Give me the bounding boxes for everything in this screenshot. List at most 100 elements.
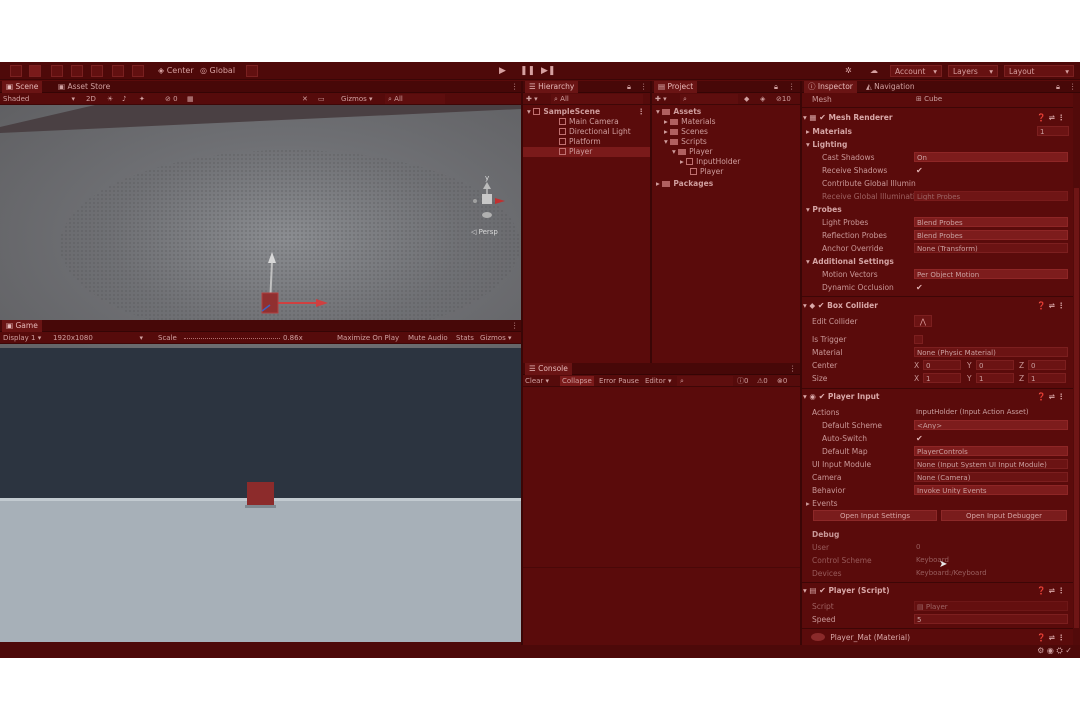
editor-dropdown[interactable]: Editor ▾ [645,376,671,386]
panel-menu-icon[interactable]: ⋮ [636,81,652,93]
layers-dropdown[interactable]: Layers ▾ [948,65,998,77]
component-enabled-checkbox[interactable]: ✔ [818,300,825,312]
tab-navigation[interactable]: ◭ Navigation [862,81,919,93]
ui-input-module-value[interactable]: None (Input System UI Input Module) [914,459,1068,469]
hierarchy-item[interactable]: Main Camera [527,117,647,127]
collapse-toggle[interactable]: Collapse [560,376,594,386]
resolution-dropdown[interactable]: 1920x1080 ▾ [53,333,143,343]
anchor-override-value[interactable]: None (Transform) [914,243,1068,253]
project-folder[interactable]: ▾ Scripts [664,137,707,147]
size-x-field[interactable]: X 1 [914,373,961,384]
transform-tool-icon[interactable] [112,65,124,77]
game-gizmos-dropdown[interactable]: Gizmos ▾ [480,333,512,343]
project-folder[interactable]: ▸ Packages [656,179,713,189]
rotate-tool-icon[interactable] [51,65,63,77]
tab-scene[interactable]: ▣ Scene [2,81,43,93]
component-menu-icon[interactable]: ❓ ⇌ ⋮ [1037,585,1065,597]
center-z-value[interactable]: 0 [1028,360,1066,370]
component-menu-icon[interactable]: ❓ ⇌ ⋮ [1037,391,1065,403]
hierarchy-item[interactable]: Platform [527,137,647,147]
project-folder[interactable]: ▸ Scenes [664,127,708,137]
scale-tool-icon[interactable] [71,65,83,77]
center-x-value[interactable]: 0 [923,360,961,370]
search-icon[interactable]: ✲ [845,65,852,77]
project-asset[interactable]: Player [690,167,723,177]
clear-button[interactable]: Clear ▾ [525,376,549,386]
materials-foldout[interactable]: ▸ Materials [806,126,852,137]
inspector-scrollbar[interactable] [1073,93,1080,658]
tab-project[interactable]: ▤ Project [654,81,698,93]
scrollbar-thumb[interactable] [1074,188,1079,628]
item-menu-icon[interactable]: ⋮ [638,107,646,117]
panel-menu-icon[interactable]: ⋮ [784,81,800,93]
component-menu-icon[interactable]: ❓ ⇌ ⋮ [1037,300,1065,312]
speed-value[interactable]: 5 [914,614,1068,624]
mute-audio-toggle[interactable]: Mute Audio [408,333,448,343]
hidden-objects-icon[interactable]: ⊘ 0 [165,94,178,104]
component-menu-icon[interactable]: ❓ ⇌ ⋮ [1037,112,1065,124]
receive-gi-dropdown[interactable]: Light Probes [914,191,1068,201]
warn-count-toggle[interactable]: ⚠0 [757,376,768,386]
default-map-dropdown[interactable]: PlayerControls [914,446,1068,456]
filter-type-icon[interactable]: ◆ [744,94,749,104]
tab-inspector[interactable]: ⓘ Inspector [804,81,857,93]
pause-button[interactable]: ❚❚ [520,65,535,77]
hidden-packages-icon[interactable]: ⊘10 [776,94,791,104]
step-button[interactable]: ▶❚ [541,65,555,77]
audio-toggle-icon[interactable]: ♪ [122,94,126,104]
cloud-icon[interactable]: ☁ [870,65,878,77]
tab-console[interactable]: ☰ Console [525,363,572,375]
size-x-value[interactable]: 1 [923,373,961,383]
lock-icon[interactable]: 🔒︎ [1052,81,1064,93]
behavior-dropdown[interactable]: Invoke Unity Events [914,485,1068,495]
hierarchy-item-selected[interactable]: Player [523,147,650,157]
lighting-foldout[interactable]: ▾ Lighting [806,139,847,150]
center-y-value[interactable]: 0 [976,360,1014,370]
receive-shadows-checkbox[interactable]: ✔ [916,165,923,176]
console-search-input[interactable]: ⌕ [677,376,733,386]
log-count-toggle[interactable]: ⓘ0 [737,376,748,386]
error-pause-toggle[interactable]: Error Pause [599,376,639,386]
tab-game[interactable]: ▣ Game [2,320,42,332]
tab-asset-store[interactable]: ▣ Asset Store [54,81,114,93]
status-icons[interactable]: ⚙ ◉ ⛭ ✓ [1037,646,1072,656]
center-z-field[interactable]: Z 0 [1019,360,1066,371]
add-object-button[interactable]: ✚ ▾ [526,94,538,104]
project-folder[interactable]: ▾ Player [672,147,713,157]
pivot-global-button[interactable]: ◎ Global [200,65,235,77]
player-input-header[interactable]: ▾ ◉ ✔ Player Input ❓ ⇌ ⋮ [803,391,1073,403]
panel-menu-icon[interactable]: ⋮ [1065,81,1080,93]
center-x-field[interactable]: X 0 [914,360,961,371]
panel-menu-icon[interactable]: ⋮ [785,363,801,375]
tools-icon[interactable]: ✕ [302,94,308,104]
actions-value[interactable]: InputHolder (Input Action Asset) [914,407,1068,417]
hierarchy-item[interactable]: Directional Light [527,127,647,137]
lighting-toggle-icon[interactable]: ☀ [107,94,113,104]
default-scheme-dropdown[interactable]: <Any> [914,420,1068,430]
size-y-value[interactable]: 1 [976,373,1014,383]
maximize-on-play-toggle[interactable]: Maximize On Play [337,333,399,343]
reflection-probes-dropdown[interactable]: Blend Probes [914,230,1068,240]
grid-toggle-icon[interactable]: ▦ [187,94,194,104]
project-folder[interactable]: ▾ Assets [656,107,701,117]
display-dropdown[interactable]: Display 1 ▾ [3,333,41,343]
mesh-value[interactable]: ⊞ Cube [914,94,1068,104]
project-folder[interactable]: ▸ Materials [664,117,716,127]
is-trigger-checkbox[interactable] [914,335,923,344]
snap-icon[interactable] [246,65,258,77]
pivot-center-button[interactable]: ◈ Center [158,65,194,77]
center-y-field[interactable]: Y 0 [967,360,1014,371]
scale-slider[interactable] [184,333,280,339]
collider-material-value[interactable]: None (Physic Material) [914,347,1068,357]
tab-hierarchy[interactable]: ☰ Hierarchy [525,81,579,93]
persp-label[interactable]: ◁ Persp [471,228,498,236]
size-y-field[interactable]: Y 1 [967,373,1014,384]
toggle-2d-button[interactable]: 2D [86,94,96,104]
lock-icon[interactable]: 🔒︎ [770,81,782,93]
project-asset[interactable]: ▸ InputHolder [680,157,740,167]
scene-search-input[interactable]: ⌕ All [385,94,445,104]
cast-shadows-dropdown[interactable]: On [914,152,1068,162]
events-foldout[interactable]: ▸ Events [806,498,838,509]
additional-settings-foldout[interactable]: ▾ Additional Settings [806,256,894,267]
box-collider-header[interactable]: ▾ ◆ ✔ Box Collider ❓ ⇌ ⋮ [803,300,1073,312]
